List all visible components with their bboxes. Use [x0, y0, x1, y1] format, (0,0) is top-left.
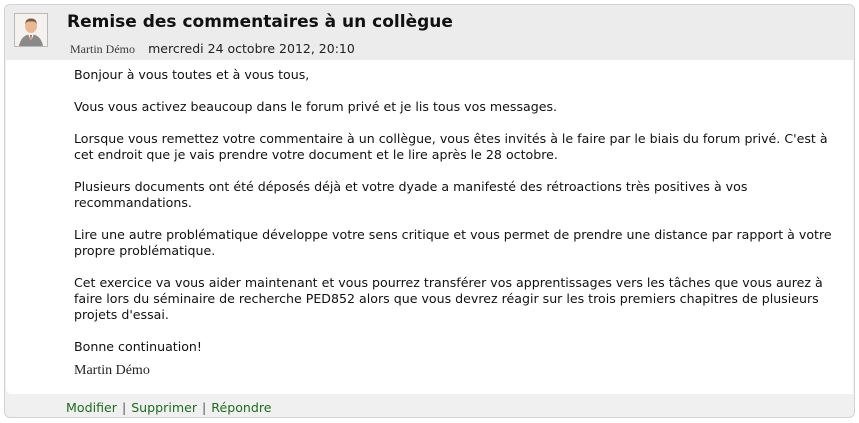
post-content: Bonjour à vous toutes et à vous tous, Vo… [6, 60, 853, 394]
post-paragraph: Bonjour à vous toutes et à vous tous, [74, 67, 310, 82]
post-meta: Martin Démo mercredi 24 octobre 2012, 20… [70, 38, 355, 57]
delete-link[interactable]: Supprimer [131, 400, 197, 415]
post-paragraph: Bonne continuation! [74, 339, 202, 354]
post-body: Bonjour à vous toutes et à vous tous, Vo… [74, 67, 846, 379]
post-paragraph: Lire une autre problématique développe v… [74, 227, 832, 258]
separator: | [121, 400, 127, 415]
post-paragraph: Cet exercice va vous aider maintenant et… [74, 275, 823, 322]
post-paragraph: Plusieurs documents ont été déposés déjà… [74, 179, 748, 210]
post-paragraph: Lorsque vous remettez votre commentaire … [74, 131, 828, 162]
author-name[interactable]: Martin Démo [70, 42, 135, 56]
edit-link[interactable]: Modifier [66, 400, 117, 415]
separator: | [202, 400, 207, 415]
post-paragraph: Vous vous activez beaucoup dans le forum… [74, 99, 558, 114]
post-signature: Martin Démo [74, 363, 150, 378]
reply-link[interactable]: Répondre [211, 400, 271, 415]
post-date: mercredi 24 octobre 2012, 20:10 [148, 41, 355, 56]
forum-post: Remise des commentaires à un collègue Ma… [4, 4, 855, 418]
post-header: Remise des commentaires à un collègue Ma… [5, 5, 854, 60]
post-commands: Modifier | Supprimer | Répondre [66, 400, 272, 415]
user-avatar-icon[interactable] [14, 13, 48, 47]
post-subject: Remise des commentaires à un collègue [67, 12, 453, 32]
